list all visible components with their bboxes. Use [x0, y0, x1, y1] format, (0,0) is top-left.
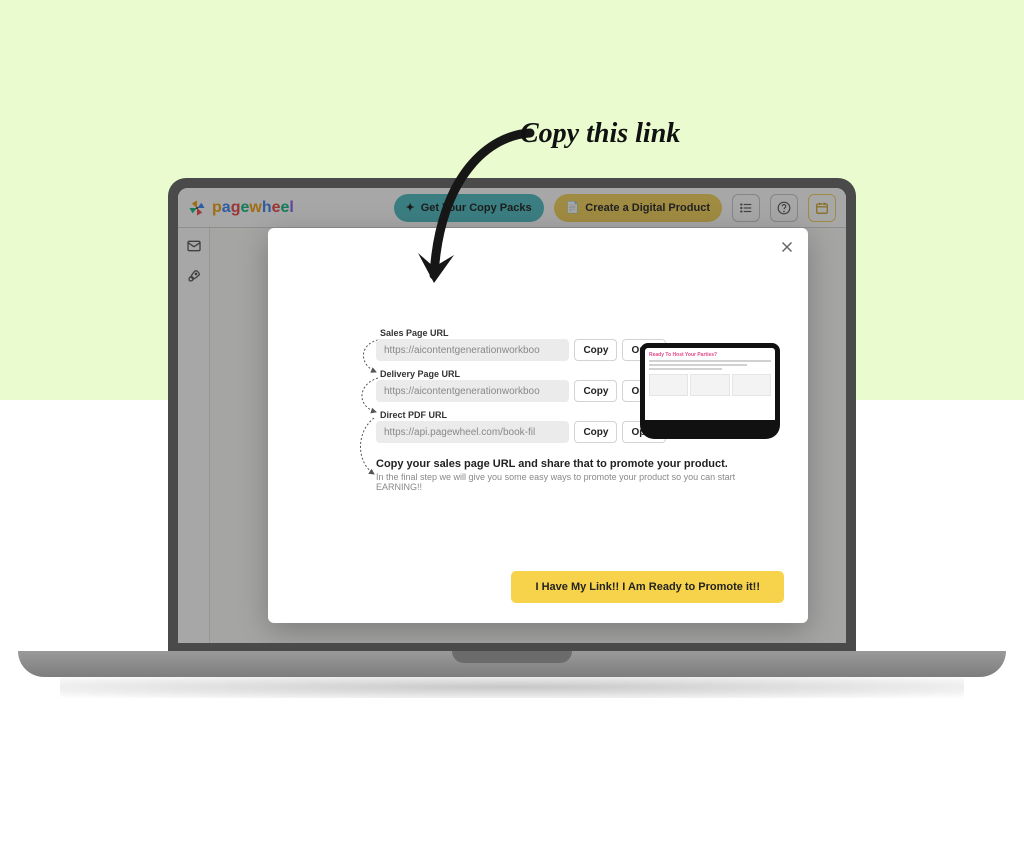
- delivery-page-url-input[interactable]: [376, 380, 569, 402]
- url-row-sales: Sales Page URL Copy Open: [376, 328, 666, 361]
- product-preview: Ready To Host Your Parties?: [640, 343, 780, 443]
- close-icon[interactable]: [778, 238, 796, 256]
- share-links-modal: Sales Page URL Copy Open Delivery Page U…: [268, 228, 808, 623]
- preview-title: Ready To Host Your Parties?: [649, 352, 771, 358]
- url-list: Sales Page URL Copy Open Delivery Page U…: [376, 328, 666, 451]
- promote-note-heading: Copy your sales page URL and share that …: [376, 458, 776, 470]
- url-row-pdf: Direct PDF URL Copy Open: [376, 410, 666, 443]
- sales-page-url-input[interactable]: [376, 339, 569, 361]
- ready-to-promote-button[interactable]: I Have My Link!! I Am Ready to Promote i…: [511, 571, 784, 603]
- laptop-screen: pagewheel ✦ Get Your Copy Packs 📄 Create…: [178, 188, 846, 643]
- direct-pdf-url-input[interactable]: [376, 421, 569, 443]
- url-row-delivery: Delivery Page URL Copy Open: [376, 369, 666, 402]
- url-label: Sales Page URL: [380, 328, 666, 338]
- url-label: Direct PDF URL: [380, 410, 666, 420]
- promote-note-sub: In the final step we will give you some …: [376, 472, 776, 492]
- url-label: Delivery Page URL: [380, 369, 666, 379]
- copy-button[interactable]: Copy: [574, 421, 617, 443]
- laptop-notch: [452, 651, 572, 663]
- laptop-bezel: pagewheel ✦ Get Your Copy Packs 📄 Create…: [168, 178, 856, 653]
- laptop-mockup: pagewheel ✦ Get Your Copy Packs 📄 Create…: [0, 0, 1024, 853]
- copy-button[interactable]: Copy: [574, 339, 617, 361]
- copy-button[interactable]: Copy: [574, 380, 617, 402]
- laptop-shadow: [60, 676, 964, 698]
- promote-note: Copy your sales page URL and share that …: [376, 458, 776, 492]
